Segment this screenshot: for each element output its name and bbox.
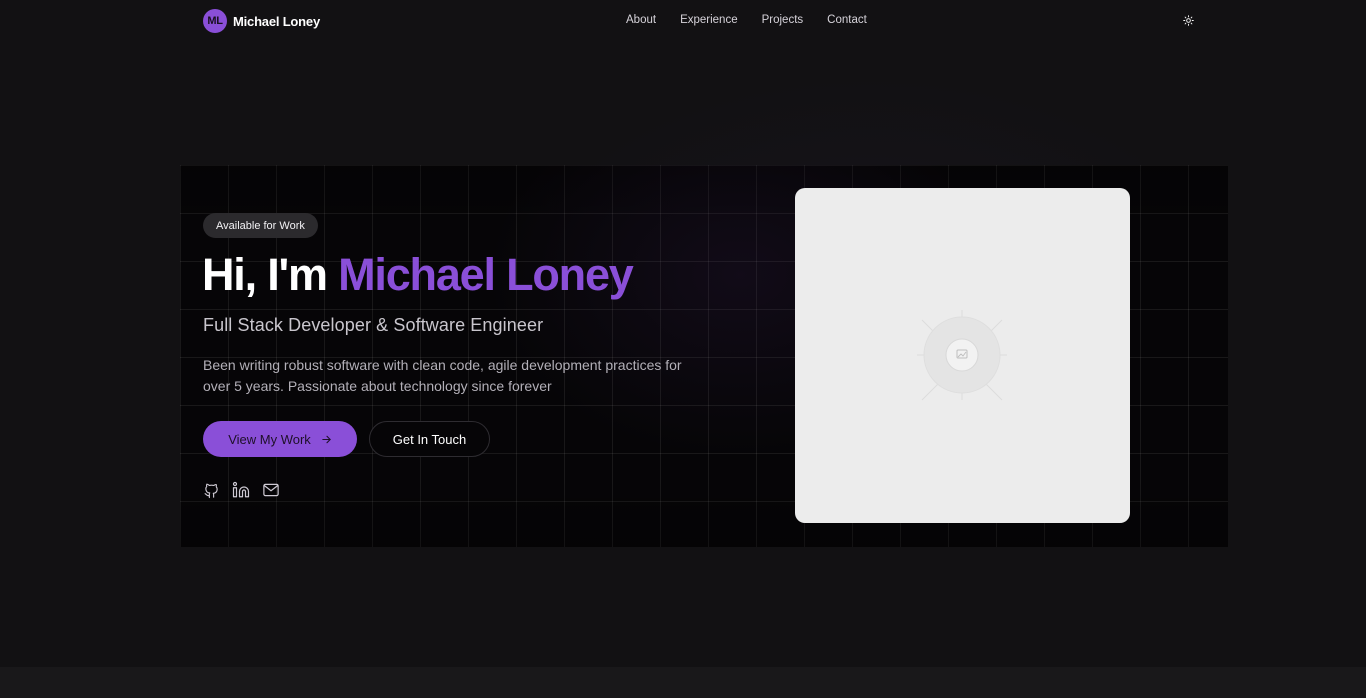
github-link[interactable]	[203, 482, 220, 499]
nav-link-contact[interactable]: Contact	[827, 14, 867, 26]
headline-greeting: Hi, I'm	[202, 249, 339, 300]
hero-section: Available for Work Hi, I'm Michael Loney…	[180, 165, 1228, 547]
mail-icon	[263, 483, 279, 497]
nav-link-experience[interactable]: Experience	[680, 14, 738, 26]
image-placeholder-icon	[917, 310, 1007, 401]
github-icon	[204, 483, 218, 498]
view-my-work-button[interactable]: View My Work	[203, 421, 357, 457]
social-links	[203, 481, 280, 499]
nav-links: About Experience Projects Contact	[626, 14, 867, 26]
linkedin-link[interactable]	[232, 481, 250, 499]
view-my-work-label: View My Work	[228, 431, 311, 447]
headline-name: Michael Loney	[338, 249, 634, 300]
profile-image-placeholder	[795, 188, 1130, 523]
availability-badge: Available for Work	[203, 213, 318, 238]
arrow-right-icon	[322, 435, 331, 443]
sun-icon	[1183, 15, 1194, 26]
hero-description: Been writing robust software with clean …	[203, 357, 682, 394]
logo-link[interactable]: ML Michael Loney	[203, 9, 320, 33]
nav-link-about[interactable]: About	[626, 14, 656, 26]
get-in-touch-button[interactable]: Get In Touch	[369, 421, 490, 457]
logo-badge: ML	[203, 9, 227, 33]
theme-toggle-button[interactable]	[1181, 13, 1196, 28]
top-nav: ML Michael Loney About Experience Projec…	[0, 0, 1366, 42]
linkedin-icon	[232, 481, 250, 498]
hero-subtitle: Full Stack Developer & Software Engineer	[203, 315, 544, 335]
hero-headline: Hi, I'm Michael Loney	[202, 249, 634, 301]
footer-strip	[0, 667, 1366, 698]
nav-link-projects[interactable]: Projects	[762, 14, 804, 26]
get-in-touch-label: Get In Touch	[392, 431, 467, 447]
logo-name: Michael Loney	[233, 13, 320, 29]
email-link[interactable]	[262, 481, 280, 499]
